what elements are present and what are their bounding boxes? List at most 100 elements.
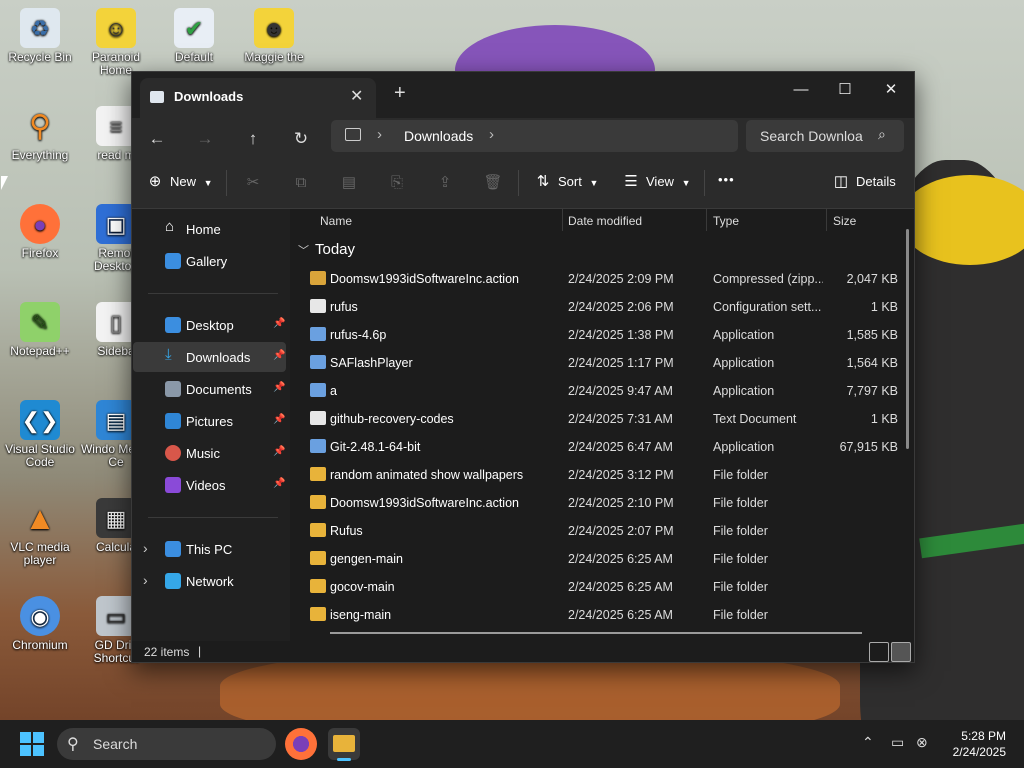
file-row[interactable]: Rufus 2/24/2025 2:07 PM File folder	[290, 517, 910, 545]
file-explorer-taskbar-icon[interactable]	[328, 728, 360, 761]
file-row[interactable]: Doomsw1993idSoftwareInc.action 2/24/2025 …	[290, 265, 910, 293]
breadcrumb[interactable]: Downloads	[404, 128, 473, 144]
sidebar-item-home[interactable]: ⌂ Home	[133, 214, 286, 244]
pin-icon[interactable]: 📌	[273, 446, 285, 457]
sort-button[interactable]: ⇅ Sort ▼	[534, 172, 599, 190]
firefox-taskbar-icon[interactable]	[285, 728, 317, 760]
desktop-icon-default[interactable]: ✔ Default	[156, 8, 232, 64]
default-app-icon: ✔	[174, 8, 214, 48]
file-row[interactable]: gocov-main 2/24/2025 6:25 AM File folder	[290, 573, 910, 601]
sidebar-item-videos[interactable]: Videos 📌	[133, 470, 286, 500]
desktop-icon-paranoid-home[interactable]: ☺ Paranoid Home	[78, 8, 154, 77]
network-status-icon[interactable]: ▭	[891, 734, 904, 751]
sidebar-item-pictures[interactable]: Pictures 📌	[133, 406, 286, 436]
tab-close-icon[interactable]: ✕	[350, 86, 363, 106]
up-button[interactable]: ↑	[238, 125, 268, 153]
desktop-icon-recycle-bin[interactable]: ♻ Recycle Bin	[2, 8, 78, 64]
cut-icon[interactable]: ✂	[242, 172, 264, 194]
desktop-icon-everything[interactable]: ⚲ Everything	[2, 106, 78, 162]
more-options-button[interactable]: •••	[718, 172, 735, 187]
desktop-icon-vlc[interactable]: ▲ VLC media player	[2, 498, 78, 567]
start-button[interactable]	[20, 732, 44, 756]
pin-icon[interactable]: 📌	[273, 478, 285, 489]
file-type: Text Document	[713, 412, 797, 426]
column-header-size[interactable]: Size	[833, 214, 856, 234]
chevron-right-icon[interactable]: ›	[377, 126, 382, 143]
text-file-icon: ≡	[96, 106, 136, 146]
file-row[interactable]: rufus-4.6p 2/24/2025 1:38 PM Application 1,…	[290, 321, 910, 349]
zip-folder-icon	[310, 271, 326, 285]
file-type: Application	[713, 356, 775, 370]
new-button[interactable]: ⊕ New ▼	[146, 172, 213, 190]
column-separator[interactable]	[826, 209, 827, 231]
column-separator[interactable]	[562, 209, 563, 231]
file-row[interactable]: rufus 2/24/2025 2:06 PM Configuration sett…	[290, 293, 910, 321]
tab-downloads[interactable]: Downloads ✕	[140, 78, 376, 118]
chevron-right-icon[interactable]: ›	[143, 540, 148, 556]
column-header-date[interactable]: Date modified	[568, 214, 642, 234]
sidebar-item-music[interactable]: Music 📌	[133, 438, 286, 468]
desktop-icon-notepadpp[interactable]: ✎ Notepad++	[2, 302, 78, 358]
pin-icon[interactable]: 📌	[273, 414, 285, 425]
view-button[interactable]: ☰ View ▼	[622, 172, 690, 190]
sidebar-item-this-pc[interactable]: › This PC	[133, 534, 286, 564]
details-view-icon[interactable]	[869, 642, 889, 662]
pin-icon[interactable]: 📌	[273, 350, 285, 361]
file-row[interactable]: iseng-main 2/24/2025 6:25 AM File folder	[290, 601, 910, 629]
file-row[interactable]: SAFlashPlayer 2/24/2025 1:17 PM Applicatio…	[290, 349, 910, 377]
desktop-icon-label: Everything	[11, 148, 69, 162]
group-header-today[interactable]: ﹀ Today	[298, 241, 355, 258]
vertical-scrollbar[interactable]	[906, 229, 909, 449]
close-button[interactable]: ✕	[868, 76, 914, 104]
paste-icon[interactable]: ▤	[338, 172, 360, 194]
sidebar-item-downloads[interactable]: ⤓ Downloads 📌	[133, 342, 286, 372]
maggie-icon: ☻	[254, 8, 294, 48]
taskbar-search[interactable]: ⚲ Search	[57, 728, 276, 760]
details-pane-button[interactable]: ◫ Details	[832, 172, 896, 190]
minimize-button[interactable]: —	[778, 76, 824, 104]
search-input[interactable]: Search Downloa ⌕	[746, 120, 904, 152]
file-name: rufus	[330, 300, 358, 314]
chevron-up-icon[interactable]: ⌃	[862, 734, 874, 751]
pin-icon[interactable]: 📌	[273, 382, 285, 393]
refresh-button[interactable]: ↻	[286, 125, 316, 153]
maximize-button[interactable]: ☐	[822, 76, 868, 104]
file-row[interactable]: Git-2.48.1-64-bit 2/24/2025 6:47 AM Applic…	[290, 433, 910, 461]
view-label: View	[646, 174, 674, 189]
pin-icon[interactable]: 📌	[273, 318, 285, 329]
clock[interactable]: 5:28 PM 2/24/2025	[936, 728, 1006, 760]
divider	[704, 170, 705, 196]
rename-icon[interactable]: ⎘	[386, 172, 408, 194]
address-bar[interactable]: › Downloads ›	[331, 120, 738, 152]
share-icon[interactable]: ⇪	[434, 172, 456, 194]
desktop-icon-vscode[interactable]: ❮❯ Visual Studio Code	[2, 400, 78, 469]
file-row[interactable]: random animated show wallpapers 2/24/2025…	[290, 461, 910, 489]
tiles-view-icon[interactable]	[891, 642, 911, 662]
sidebar-item-desktop[interactable]: Desktop 📌	[133, 310, 286, 340]
title-bar[interactable]: Downloads ✕ + — ☐ ✕	[132, 72, 914, 118]
sidebar-item-documents[interactable]: Documents 📌	[133, 374, 286, 404]
file-row[interactable]: github-recovery-codes 2/24/2025 7:31 AM Te…	[290, 405, 910, 433]
sidebar-item-network[interactable]: › Network	[133, 566, 286, 596]
file-row[interactable]: Doomsw1993idSoftwareInc.action 2/24/2025 …	[290, 489, 910, 517]
new-tab-button[interactable]: +	[394, 82, 406, 105]
desktop-icon-firefox[interactable]: ● Firefox	[2, 204, 78, 260]
copy-icon[interactable]: ⧉	[290, 172, 312, 194]
column-header-name[interactable]: Name	[320, 214, 352, 234]
forward-button[interactable]: →	[190, 125, 220, 153]
chevron-right-icon[interactable]: ›	[489, 126, 494, 143]
column-header-type[interactable]: Type	[713, 214, 739, 234]
volume-muted-icon[interactable]: ⊗	[916, 734, 928, 751]
desktop-icon-label: Notepad++	[10, 344, 70, 358]
desktop-icon-chromium[interactable]: ◉ Chromium	[2, 596, 78, 652]
file-row[interactable]: a 2/24/2025 9:47 AM Application 7,797 KB	[290, 377, 910, 405]
divider	[226, 170, 227, 196]
desktop-icon-maggie[interactable]: ☻ Maggie the	[236, 8, 312, 64]
horizontal-scrollbar[interactable]	[330, 632, 862, 634]
column-separator[interactable]	[706, 209, 707, 231]
chevron-right-icon[interactable]: ›	[143, 572, 148, 588]
back-button[interactable]: ←	[142, 125, 172, 153]
sidebar-item-gallery[interactable]: Gallery	[133, 246, 286, 276]
delete-icon[interactable]: 🗑	[482, 172, 504, 194]
file-row[interactable]: gengen-main 2/24/2025 6:25 AM File folder	[290, 545, 910, 573]
